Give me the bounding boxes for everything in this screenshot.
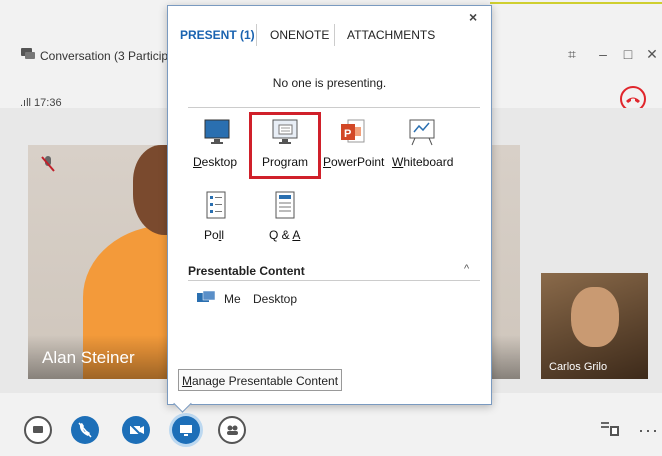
presentable-item-owner[interactable]: Me	[224, 292, 241, 306]
desktop-icon[interactable]	[203, 118, 231, 146]
call-muted-icon	[78, 422, 92, 438]
focus-mode-button[interactable]: ⌗	[563, 45, 581, 63]
program-highlight-box	[249, 112, 321, 179]
desktop-option[interactable]: Desktop	[193, 155, 237, 169]
collapse-caret-icon[interactable]: ^	[464, 263, 469, 275]
window-title: Conversation (3 Participa	[40, 49, 175, 63]
powerpoint-option[interactable]: PowerPoint	[323, 155, 384, 169]
poll-option-label-pre: Po	[204, 228, 219, 242]
muted-mic-icon	[41, 156, 55, 172]
presenting-status: No one is presenting.	[272, 76, 387, 90]
maximize-button[interactable]: □	[619, 45, 637, 63]
poll-icon[interactable]	[205, 191, 227, 219]
call-button[interactable]	[71, 416, 99, 444]
chat-icon	[33, 426, 43, 433]
qa-option-label-accel: A	[292, 228, 301, 242]
tab-present[interactable]: PRESENT (1)	[180, 28, 255, 42]
thumbnail-face	[571, 287, 619, 347]
manage-presentable-content-button[interactable]: Manage Presentable Content	[178, 369, 342, 391]
desktop-share-icon	[197, 290, 216, 302]
divider	[188, 280, 480, 281]
video-button[interactable]	[122, 416, 150, 444]
desktop-option-label-accel: D	[193, 155, 202, 169]
divider	[188, 107, 480, 108]
monitor-icon	[180, 425, 192, 436]
top-accent-line	[490, 2, 662, 4]
poll-option-label-post: l	[221, 228, 225, 242]
presentable-item-name[interactable]: Desktop	[253, 292, 297, 306]
manage-label-accel: M	[181, 374, 192, 388]
thumbnail-video-tile[interactable]: Carlos Grilo	[541, 273, 648, 379]
video-off-icon	[129, 423, 144, 438]
main-participant-name: Alan Steiner	[42, 348, 135, 367]
whiteboard-icon[interactable]	[407, 118, 437, 146]
tab-onenote[interactable]: ONENOTE	[270, 28, 329, 42]
whiteboard-option[interactable]: Whiteboard	[392, 155, 453, 169]
layout-icon[interactable]	[600, 420, 620, 438]
present-button[interactable]	[172, 416, 200, 444]
more-options-button[interactable]: ···	[638, 420, 659, 441]
hangup-icon	[626, 97, 640, 103]
popup-close-button[interactable]: ×	[469, 9, 477, 25]
qa-icon[interactable]	[274, 191, 296, 219]
powerpoint-option-label-accel: P	[323, 155, 332, 169]
powerpoint-icon[interactable]: P	[339, 117, 367, 147]
qa-option-label-pre: Q &	[269, 228, 293, 242]
qa-option[interactable]: Q & A	[269, 228, 300, 242]
conversation-icon	[21, 48, 35, 59]
minimize-button[interactable]: –	[594, 45, 612, 63]
people-icon	[227, 425, 238, 435]
whiteboard-option-label-post: hiteboard	[403, 155, 454, 169]
presentable-content-header: Presentable Content	[188, 264, 305, 278]
tab-separator	[256, 24, 257, 46]
chat-button[interactable]	[24, 416, 52, 444]
powerpoint-option-label-post: owerPoint	[331, 155, 385, 169]
thumbnail-participant-name: Carlos Grilo	[549, 361, 608, 373]
whiteboard-option-label-accel: W	[392, 155, 404, 169]
svg-text:P: P	[344, 128, 351, 140]
tab-separator	[334, 24, 335, 46]
tab-attachments[interactable]: ATTACHMENTS	[347, 28, 435, 42]
desktop-option-label-post: esktop	[201, 155, 238, 169]
poll-option[interactable]: Poll	[204, 228, 224, 242]
participants-button[interactable]	[218, 416, 246, 444]
manage-label-post: anage Presentable Content	[191, 374, 339, 388]
close-window-button[interactable]: ✕	[643, 45, 661, 63]
